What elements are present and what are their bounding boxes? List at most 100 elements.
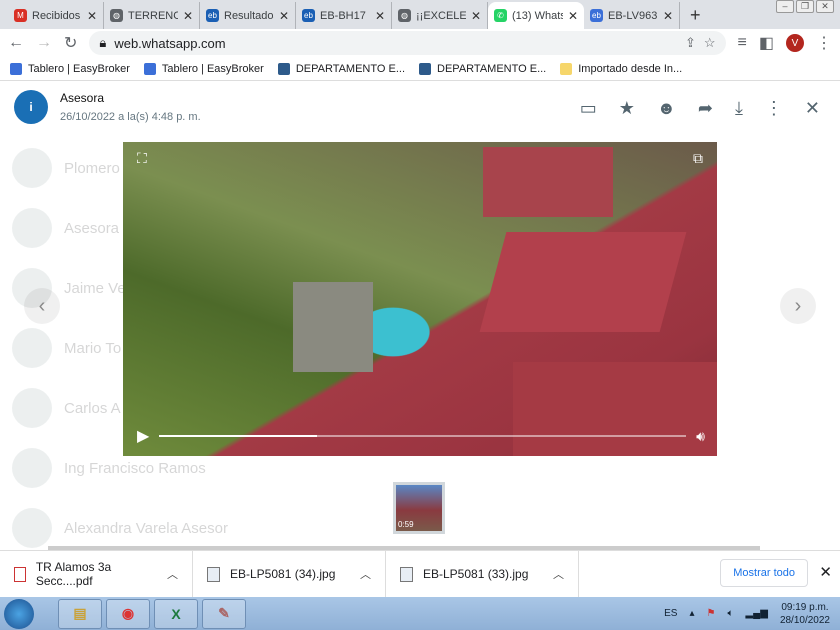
tab-close-icon[interactable]: ✕ [663,9,673,23]
chat-name: Mario To [64,339,122,357]
url-text: web.whatsapp.com [114,35,226,51]
download-item[interactable]: EB-LP5081 (34).jpg ︿ [193,550,386,598]
menu-icon[interactable]: ⋮ [816,33,832,53]
browser-tab[interactable]: eb Resultados ✕ [200,2,296,29]
pdf-file-icon [14,566,26,582]
clock-date: 28/10/2022 [779,614,830,626]
side-panel-icon[interactable]: ◧ [759,33,774,53]
address-bar[interactable]: 🔒︎ web.whatsapp.com ⇪ ☆ [89,31,726,55]
volume-icon[interactable]: 🔊︎ [696,428,705,445]
paint-icon[interactable]: ✎ [202,598,246,629]
file-explorer-icon[interactable]: ▤ [58,598,102,629]
media-control-icon[interactable]: ≡ [738,34,747,52]
share-icon[interactable]: ⇪ [685,35,696,51]
viewer-header: i Asesora 26/10/2022 a la(s) 4:48 p. m. [14,90,201,124]
network-error-icon[interactable]: ⚑ [707,608,716,619]
chevron-up-icon[interactable]: ︿ [360,566,371,582]
volume-tray-icon[interactable]: 🔈︎ [727,608,733,619]
clock-time: 09:19 p.m. [781,601,829,613]
profile-avatar[interactable]: V [786,34,804,52]
chat-avatar [12,388,52,428]
bookmark-favicon [10,62,22,75]
tab-close-icon[interactable]: ✕ [279,9,289,23]
reload-button[interactable]: ↻ [64,33,77,53]
chat-name: Asesora [64,219,120,237]
chat-avatar [12,148,52,188]
fullscreen-icon[interactable]: ⛶ [137,150,147,167]
browser-tab[interactable]: eb EB-BH17 ✕ [296,2,392,29]
bookmark-label: Importado desde In... [578,62,683,75]
minimize-button[interactable]: – [776,0,794,13]
tab-close-icon[interactable]: ✕ [183,9,193,23]
tab-close-icon[interactable]: ✕ [87,9,97,23]
new-tab-button[interactable]: + [680,2,711,29]
back-button[interactable]: ← [8,34,24,52]
tab-title: EB-BH17 [320,9,366,22]
video-controls: ▶ 🔊︎ [137,426,705,446]
windows-taskbar: ▤ ◉ X ✎ ES ▴ ⚑ 🔈︎ ▂▄▆ 09:19 p.m. 28/10/20… [0,597,840,630]
browser-tab[interactable]: ◍ ¡¡EXCELE ✕ [392,2,488,29]
video-player[interactable]: ⛶ ⧉ ▶ 🔊︎ [123,142,717,456]
restore-button[interactable]: ❐ [796,0,814,13]
media-thumbnail[interactable]: 0:59 [393,482,445,534]
browser-tab[interactable]: M Recibidos ✕ [8,2,104,29]
picture-in-picture-icon[interactable]: ⧉ [693,150,703,167]
bookmark-star-icon[interactable]: ☆ [704,35,716,51]
tab-close-icon[interactable]: ✕ [375,9,385,23]
easybroker-icon: eb [206,9,219,22]
image-file-icon [400,566,413,582]
more-options-icon[interactable]: ⋮ [765,98,783,119]
chat-avatar [12,448,52,488]
download-filename: EB-LP5081 (34).jpg [230,567,336,581]
clock[interactable]: 09:19 p.m. 28/10/2022 [780,601,830,627]
viewer-actions: ▭ ★ ☻ ➦ ⤓ ⋮ ✕ [580,98,820,119]
bookmark-favicon [143,62,156,75]
close-downloads-bar-icon[interactable]: ✕ [819,563,832,581]
forward-button[interactable]: → [36,34,52,52]
go-to-message-icon[interactable]: ▭ [580,98,597,119]
forward-icon[interactable]: ➦ [698,98,713,119]
tab-strip: M Recibidos ✕ ◍ TERRENO ✕ eb Resultados ✕ eb EB-BH… [0,0,840,29]
previous-media-button[interactable]: ‹ [24,288,60,324]
download-filename: TR Alamos 3a Secc....pdf [35,560,112,588]
download-icon[interactable]: ⤓ [735,98,743,119]
play-icon[interactable]: ▶ [137,426,149,446]
show-all-downloads-button[interactable]: Mostrar todo [720,559,808,587]
start-button[interactable] [4,598,34,629]
next-media-button[interactable]: › [780,288,816,324]
close-icon[interactable]: ✕ [805,98,820,119]
bookmark-item[interactable]: Importado desde In... [560,62,683,75]
show-hidden-icons[interactable]: ▴ [689,608,694,619]
signal-icon[interactable]: ▂▄▆ [745,608,767,619]
star-icon[interactable]: ★ [619,98,635,119]
close-window-button[interactable]: ✕ [816,0,834,13]
react-emoji-icon[interactable]: ☻ [657,98,676,119]
easybroker-icon: eb [590,9,603,22]
browser-tab[interactable]: eb EB-LV963 ✕ [584,2,680,29]
image-file-icon [207,566,220,582]
bookmark-item[interactable]: DEPARTAMENTO E... [419,62,546,75]
tab-close-icon[interactable]: ✕ [471,9,481,23]
tab-close-icon[interactable]: ✕ [568,9,578,23]
bookmark-item[interactable]: Tablero | EasyBroker [10,62,130,75]
chevron-up-icon[interactable]: ︿ [553,566,564,582]
bookmark-item[interactable]: DEPARTAMENTO E... [277,62,405,75]
excel-icon[interactable]: X [154,598,198,629]
chrome-icon[interactable]: ◉ [106,598,150,629]
bookmark-favicon [560,62,573,75]
bookmarks-bar: Tablero | EasyBroker Tablero | EasyBroker… [0,57,840,81]
easybroker-icon: eb [302,9,315,22]
language-indicator[interactable]: ES [664,608,677,619]
video-progress-bar[interactable] [159,435,687,437]
gmail-icon: M [14,9,27,22]
tab-title: EB-LV963 [608,9,658,22]
download-item[interactable]: EB-LP5081 (33).jpg ︿ [386,550,579,598]
tab-title: ¡¡EXCELE [416,9,466,22]
chat-avatar [12,328,52,368]
bookmark-item[interactable]: Tablero | EasyBroker [143,62,264,75]
download-item[interactable]: TR Alamos 3a Secc....pdf ︿ [0,550,193,598]
chevron-up-icon[interactable]: ︿ [167,566,178,582]
browser-tab[interactable]: ◍ TERRENO ✕ [104,2,200,29]
bookmark-favicon [277,62,290,75]
browser-tab[interactable]: ✆ (13) WhatsApp ✕ [488,2,584,29]
